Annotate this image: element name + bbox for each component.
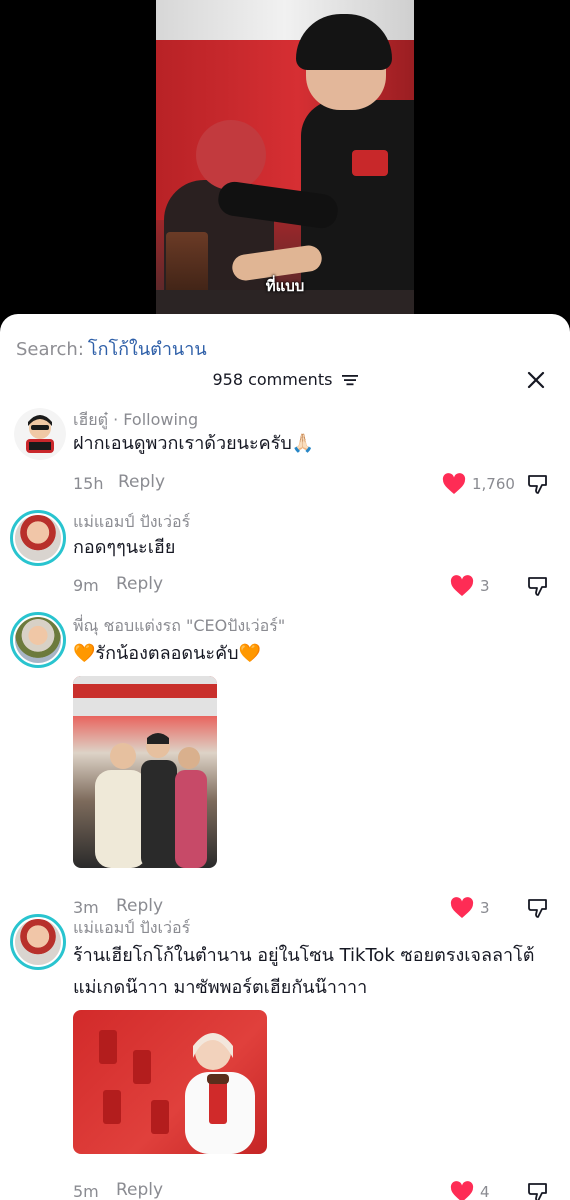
avatar[interactable] (14, 408, 66, 460)
reply-button[interactable]: Reply (116, 896, 163, 916)
avatar-cartoon-icon (14, 408, 66, 460)
close-x-icon[interactable] (524, 368, 548, 392)
video-subtitle: ที่แบบ (265, 277, 305, 295)
heart-icon (450, 1181, 474, 1200)
heart-icon (442, 473, 466, 494)
comment-text-line: ร้านเฮียโกโก้ในตำนาน อยู่ในโซน TikTok ซอ… (73, 945, 535, 966)
avatar[interactable] (10, 914, 66, 970)
reply-button[interactable]: Reply (116, 1180, 163, 1200)
shirt-logo (352, 150, 388, 176)
search-suggestion[interactable]: Search: โกโก้ในตำนาน (16, 334, 207, 363)
comments-header: 958 comments (0, 370, 570, 394)
comment-text: 🧡รักน้องตลอดนะคับ🧡 (73, 643, 261, 664)
comment-time: 5m (73, 1182, 99, 1200)
people-photo-icon (73, 676, 217, 868)
like-button[interactable]: 1,760 (442, 472, 515, 496)
like-count: 3 (480, 899, 490, 917)
comment-text-line: แม่เกดน๊าาา มาซัพพอร์ตเฮียกันน๊าาาา (73, 977, 368, 998)
woman-drinking-photo-icon (99, 1030, 255, 1154)
comment-time: 3m (73, 898, 99, 917)
comment-text: กอดๆๆนะเฮีย (73, 537, 176, 558)
heart-icon (450, 897, 474, 918)
like-button[interactable]: 3 (450, 896, 490, 920)
search-label: Search: (16, 339, 84, 360)
comment-username[interactable]: พี่ณุ ชอบแต่งรถ "CEOปังเว่อร์" (73, 614, 285, 639)
comments-sheet: Search: โกโก้ในตำนาน 958 comments เฮียตู๋… (0, 314, 570, 1200)
dislike-icon[interactable] (526, 574, 550, 598)
avatar-photo (15, 515, 61, 561)
like-count: 1,760 (472, 475, 515, 493)
like-button[interactable]: 3 (450, 574, 490, 598)
dislike-icon[interactable] (526, 896, 550, 920)
like-count: 3 (480, 577, 490, 595)
filter-lines-icon[interactable] (341, 374, 358, 386)
avatar-photo (15, 919, 61, 965)
video-player[interactable]: ที่แบบ (0, 0, 570, 330)
comment-time: 9m (73, 576, 99, 595)
following-badge: Following (123, 410, 199, 429)
comment-time: 15h (73, 474, 104, 493)
comment-count: 958 comments (212, 370, 333, 389)
comment-text: ฝากเอนดูพวกเราด้วยนะครับ🙏🏻 (73, 433, 315, 454)
reply-button[interactable]: Reply (118, 472, 165, 492)
avatar[interactable] (10, 510, 66, 566)
like-count: 4 (480, 1183, 490, 1200)
search-query-link[interactable]: โกโก้ในตำนาน (88, 339, 207, 360)
reply-button[interactable]: Reply (116, 574, 163, 594)
video-person (196, 120, 266, 190)
comment-photo[interactable] (73, 676, 217, 868)
dislike-icon[interactable] (526, 1180, 550, 1200)
comment-photo[interactable] (73, 1010, 267, 1154)
comment-username[interactable]: แม่แอมป์ ปังเว่อร์ (73, 510, 190, 535)
dislike-icon[interactable] (526, 472, 550, 496)
comment-username[interactable]: แม่แอมป์ ปังเว่อร์ (73, 916, 190, 941)
avatar-photo (15, 617, 61, 663)
like-button[interactable]: 4 (450, 1180, 490, 1200)
heart-icon (450, 575, 474, 596)
avatar[interactable] (10, 612, 66, 668)
